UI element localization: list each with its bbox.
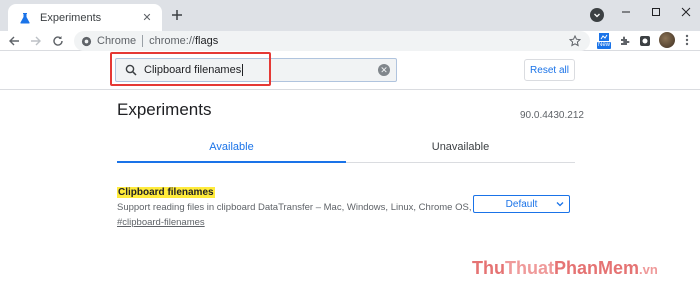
flag-name: Clipboard filenames bbox=[117, 187, 215, 198]
tab-title: Experiments bbox=[40, 11, 102, 24]
flag-state-select[interactable]: Default bbox=[473, 195, 570, 213]
back-arrow-icon[interactable] bbox=[6, 33, 22, 49]
tab-search-icon[interactable] bbox=[590, 8, 604, 22]
more-menu-icon[interactable] bbox=[682, 33, 692, 47]
bookmark-star-icon[interactable] bbox=[568, 34, 582, 48]
search-box[interactable]: Clipboard filenames ✕ bbox=[115, 58, 397, 82]
flag-link[interactable]: #clipboard-filenames bbox=[117, 217, 577, 228]
search-input[interactable]: Clipboard filenames bbox=[144, 63, 244, 77]
extension-new-icon[interactable]: New bbox=[596, 33, 612, 49]
url-scheme: chrome:// bbox=[149, 35, 195, 47]
reset-all-button[interactable]: Reset all bbox=[524, 59, 575, 81]
tab-unavailable[interactable]: Unavailable bbox=[346, 132, 575, 162]
page-title: Experiments bbox=[117, 100, 212, 119]
clear-search-icon[interactable]: ✕ bbox=[378, 64, 390, 76]
url-text: chrome://flags bbox=[149, 35, 218, 47]
avatar[interactable] bbox=[659, 32, 675, 48]
flags-tabs: Available Unavailable bbox=[117, 132, 575, 163]
text-caret bbox=[242, 64, 244, 77]
new-tab-button[interactable] bbox=[168, 6, 186, 24]
tab-available[interactable]: Available bbox=[117, 132, 346, 163]
tab-strip: Experiments ✕ bbox=[0, 0, 700, 31]
close-icon[interactable]: ✕ bbox=[140, 11, 154, 25]
extension-color-icon[interactable] bbox=[638, 33, 652, 49]
version-label: 90.0.4430.212 bbox=[520, 110, 584, 121]
watermark-part-2: Thuat bbox=[505, 258, 554, 278]
address-bar[interactable]: Chrome chrome://flags bbox=[74, 31, 590, 51]
search-value: Clipboard filenames bbox=[144, 63, 242, 76]
minimize-icon[interactable] bbox=[616, 4, 636, 20]
site-label: Chrome bbox=[97, 35, 137, 47]
watermark-part-4: .vn bbox=[639, 262, 658, 277]
flask-icon bbox=[18, 11, 32, 25]
chrome-icon[interactable] bbox=[80, 35, 92, 47]
url-path: flags bbox=[194, 35, 219, 47]
browser-toolbar: Chrome chrome://flags New bbox=[0, 31, 700, 51]
watermark-part-3: PhanMem bbox=[554, 258, 640, 278]
flag-select-value: Default bbox=[505, 198, 538, 210]
chevron-down-icon bbox=[555, 199, 565, 209]
watermark-part-1: Thu bbox=[472, 258, 505, 278]
omnibox-divider bbox=[142, 35, 144, 47]
reload-icon[interactable] bbox=[50, 33, 66, 49]
forward-arrow-icon[interactable] bbox=[28, 33, 44, 49]
search-icon bbox=[124, 63, 138, 77]
watermark-logo: ThuThuatPhanMem.vn bbox=[472, 258, 658, 279]
window-close-icon[interactable] bbox=[676, 4, 696, 20]
maximize-icon[interactable] bbox=[646, 4, 666, 20]
extension-badge: New bbox=[596, 42, 611, 49]
extensions-puzzle-icon[interactable] bbox=[618, 33, 632, 49]
browser-tab-experiments[interactable]: Experiments ✕ bbox=[8, 4, 162, 31]
